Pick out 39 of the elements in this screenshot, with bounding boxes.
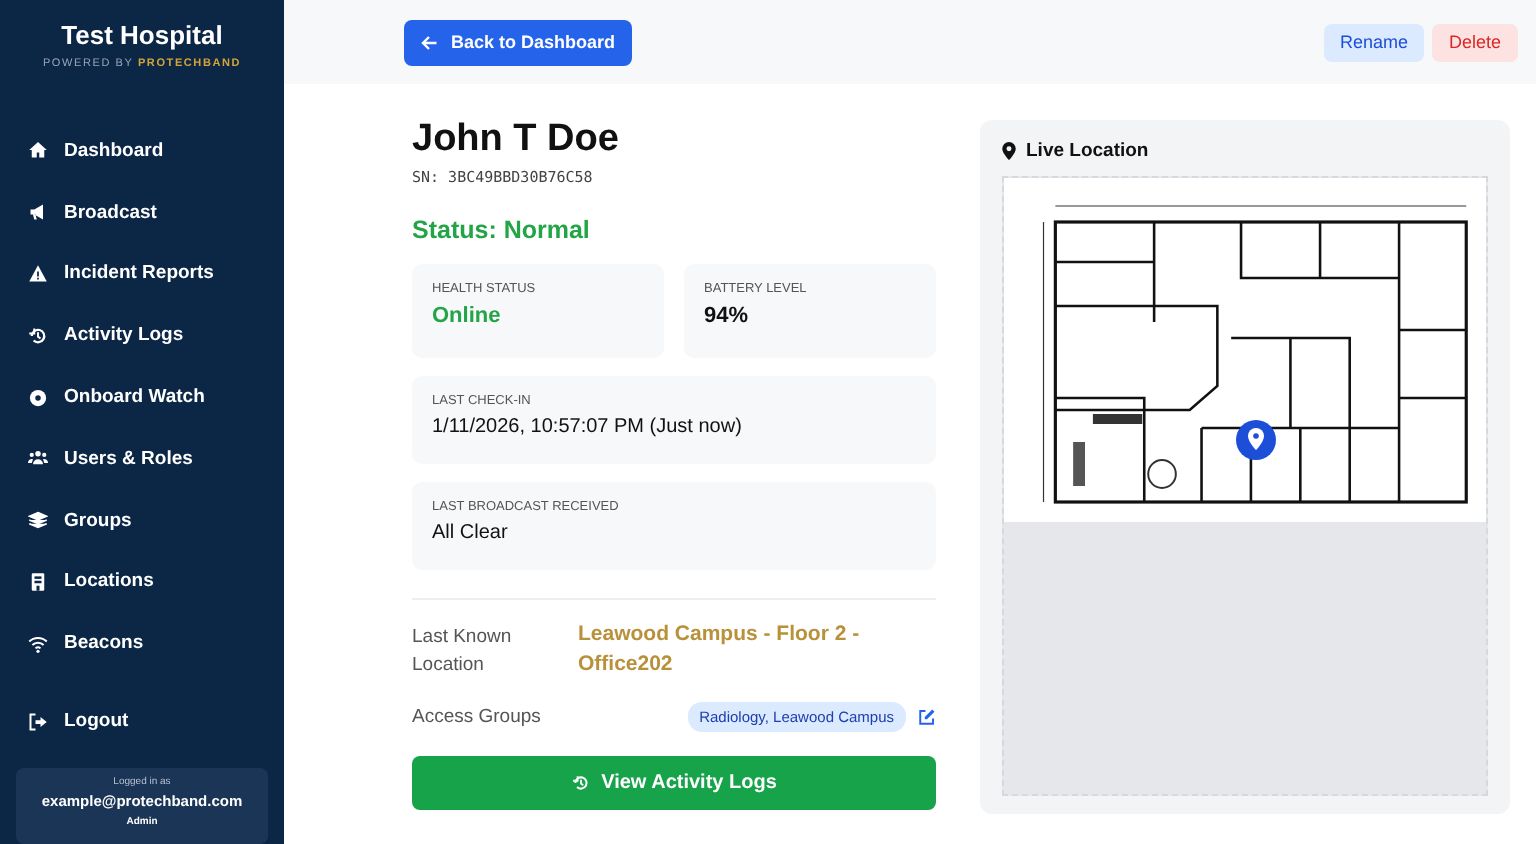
hospital-name: Test Hospital (59, 20, 225, 50)
location-value: Leawood Campus - Floor 2 - Office202 (578, 620, 862, 680)
nav-item[interactable]: Incident Reports (16, 243, 268, 305)
nav-item[interactable]: Groups (16, 489, 268, 552)
logout-link[interactable]: Logout (16, 690, 268, 752)
users-icon (28, 448, 48, 469)
nav-item[interactable]: Beacons (16, 612, 268, 675)
info-value: 1/11/2026, 10:57:07 PM (Just now) (432, 416, 744, 438)
access-groups-label: Access Groups (412, 704, 543, 732)
nav-item[interactable]: Dashboard (16, 120, 268, 182)
location-label: Last Known Location (412, 624, 514, 680)
rename-button[interactable]: Rename (1324, 23, 1424, 61)
nav-item[interactable]: Onboard Watch (16, 366, 268, 428)
home-icon (28, 140, 48, 161)
nav-item[interactable]: Broadcast (16, 181, 268, 244)
panel-title: Live Location (1026, 139, 1149, 161)
edit-icon[interactable] (918, 707, 936, 725)
arrow-left-icon (420, 33, 439, 51)
history-icon (571, 774, 590, 792)
delete-button[interactable]: Delete (1432, 23, 1518, 61)
wifi-icon (28, 633, 48, 654)
megaphone-icon (28, 202, 48, 223)
stat-value: 94% (704, 304, 751, 328)
back-button[interactable]: Back to Dashboard (404, 19, 632, 65)
person-name: John T Doe (412, 120, 621, 160)
location-marker-icon (1236, 420, 1276, 460)
warning-icon (28, 263, 48, 284)
circle-icon (28, 387, 48, 408)
status-text: Status: Normal (412, 216, 592, 244)
building-icon (28, 571, 48, 592)
nav-item[interactable]: Locations (16, 551, 268, 613)
stat-value: Online (432, 304, 503, 328)
nav-item[interactable]: Users & Roles (16, 427, 268, 490)
logout-icon (28, 711, 48, 732)
info-value: All Clear (432, 522, 510, 544)
map-pin-icon (1002, 141, 1016, 159)
history-icon (28, 325, 48, 346)
nav-item[interactable]: Activity Logs (16, 304, 268, 367)
layers-icon (28, 510, 48, 531)
